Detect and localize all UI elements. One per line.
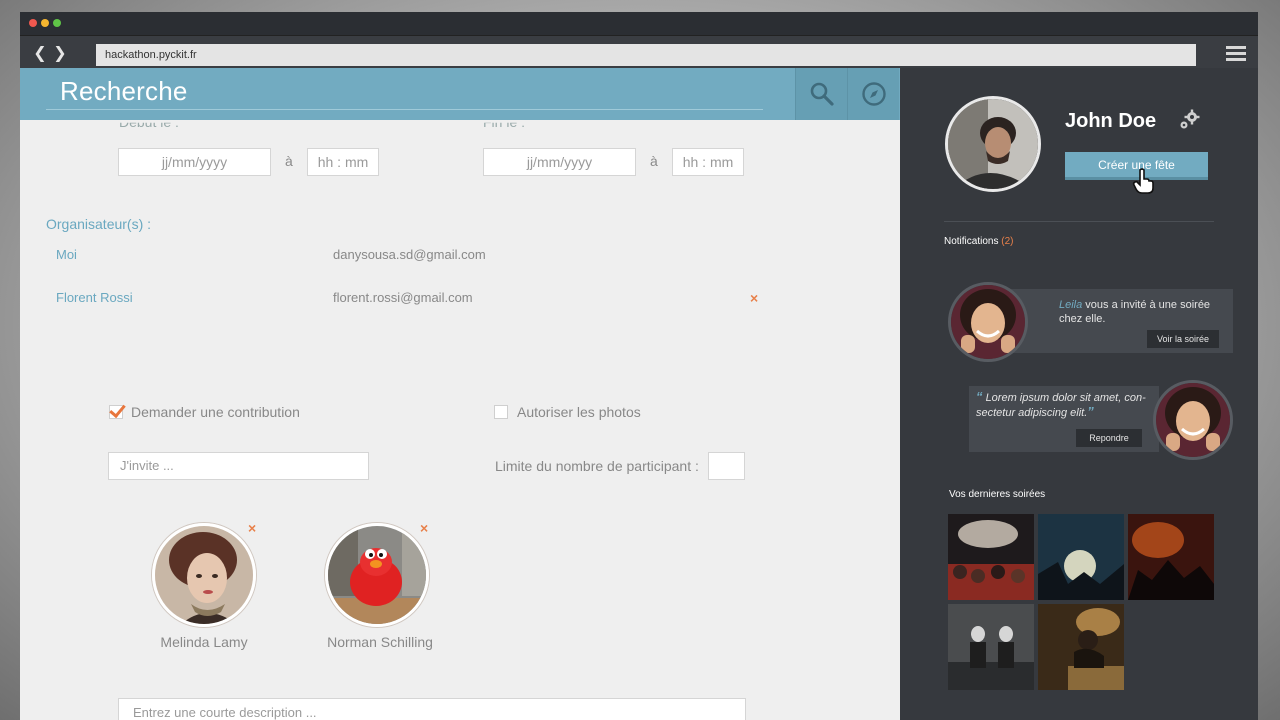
- notification-message: Leila vous a invité à une soirée chez el…: [1059, 299, 1211, 325]
- notification-quote: “ Lorem ipsum dolor sit amet, con-sectet…: [976, 389, 1146, 420]
- start-time-input[interactable]: hh : mm: [307, 148, 379, 176]
- quote-open-icon: “: [976, 389, 983, 404]
- organizer-email: florent.rossi@gmail.com: [333, 290, 473, 305]
- sidebar-divider: [944, 221, 1214, 222]
- maximize-window-button[interactable]: [53, 19, 61, 27]
- guest-photo: [328, 526, 426, 624]
- participant-limit-label: Limite du nombre de participant :: [495, 458, 699, 474]
- notifications-count: (2): [1001, 236, 1014, 247]
- party-photo-image: [948, 604, 1034, 690]
- contribution-checkbox[interactable]: [109, 405, 123, 419]
- invite-input[interactable]: J'invite ...: [108, 452, 369, 480]
- user-avatar[interactable]: [945, 96, 1041, 192]
- search-button[interactable]: [795, 68, 847, 120]
- guest-name: Melinda Lamy: [160, 634, 248, 650]
- party-photo[interactable]: [1128, 514, 1214, 600]
- organizer-name[interactable]: Florent Rossi: [56, 290, 133, 305]
- guest-name: Norman Schilling: [327, 634, 433, 650]
- notification-avatar[interactable]: [1153, 380, 1233, 460]
- party-photo-image: [948, 514, 1034, 600]
- party-photo[interactable]: [948, 514, 1034, 600]
- remove-guest-icon[interactable]: ×: [420, 520, 428, 536]
- party-photo[interactable]: [948, 604, 1034, 690]
- start-separator: à: [285, 153, 293, 169]
- organizer-email: danysousa.sd@gmail.com: [333, 247, 486, 262]
- hand-cursor-icon: [1132, 168, 1154, 194]
- search-bar: Recherche: [20, 68, 900, 120]
- end-date-input[interactable]: jj/mm/yyyy: [483, 148, 636, 176]
- remove-guest-icon[interactable]: ×: [248, 520, 256, 536]
- reply-button[interactable]: Repondre: [1076, 429, 1142, 447]
- contribution-label: Demander une contribution: [131, 404, 300, 420]
- search-input[interactable]: Recherche: [60, 76, 188, 107]
- sender-photo: [1156, 383, 1230, 457]
- start-date-input[interactable]: jj/mm/yyyy: [118, 148, 271, 176]
- end-separator: à: [650, 153, 658, 169]
- close-window-button[interactable]: [29, 19, 37, 27]
- guest-photo: [155, 526, 253, 624]
- sender-photo: [951, 285, 1025, 359]
- settings-gear-icon[interactable]: [1178, 108, 1202, 132]
- end-time-input[interactable]: hh : mm: [672, 148, 744, 176]
- user-name: John Doe: [1065, 110, 1157, 132]
- user-sidebar: John Doe Créer une fête Notifications (2…: [900, 68, 1258, 720]
- notification-avatar[interactable]: [948, 282, 1028, 362]
- party-photo-image: [1128, 514, 1214, 600]
- event-form: Recherche Début le : Fin le : jj/mm/yyyy…: [20, 68, 900, 720]
- guest-avatar[interactable]: [152, 523, 256, 627]
- guest-avatar[interactable]: [325, 523, 429, 627]
- back-icon[interactable]: ❮: [32, 42, 48, 64]
- browser-window: ❮ ❯ hackathon.pyckit.fr Recherche Début …: [20, 12, 1258, 720]
- explore-button[interactable]: [847, 68, 899, 120]
- description-input[interactable]: Entrez une courte description ...: [118, 698, 746, 720]
- recent-parties-label: Vos dernieres soirées: [949, 489, 1046, 500]
- party-photo-image: [1038, 604, 1124, 690]
- notification-sender[interactable]: Leila: [1059, 299, 1082, 311]
- photos-checkbox[interactable]: [494, 405, 508, 419]
- url-field[interactable]: hackathon.pyckit.fr: [96, 44, 1196, 66]
- party-photo[interactable]: [1038, 514, 1124, 600]
- organizer-name[interactable]: Moi: [56, 247, 77, 262]
- address-bar: ❮ ❯ hackathon.pyckit.fr: [20, 37, 1258, 69]
- photos-label: Autoriser les photos: [517, 404, 641, 420]
- participant-limit-input[interactable]: [708, 452, 745, 480]
- party-photo[interactable]: [1038, 604, 1124, 690]
- organizers-title: Organisateur(s) :: [46, 216, 152, 232]
- search-icon: [810, 82, 834, 106]
- user-photo: [948, 99, 1038, 189]
- view-party-button[interactable]: Voir la soirée: [1147, 330, 1219, 348]
- hamburger-menu-icon[interactable]: [1226, 46, 1246, 62]
- notifications-label: Notifications (2): [944, 236, 1014, 247]
- search-underline: [46, 109, 763, 110]
- forward-icon[interactable]: ❯: [52, 42, 68, 64]
- remove-organizer-icon[interactable]: ×: [750, 290, 758, 306]
- quote-close-icon: ”: [1087, 404, 1094, 419]
- party-photo-image: [1038, 514, 1124, 600]
- compass-icon: [862, 82, 886, 106]
- minimize-window-button[interactable]: [41, 19, 49, 27]
- title-bar: [20, 12, 1258, 36]
